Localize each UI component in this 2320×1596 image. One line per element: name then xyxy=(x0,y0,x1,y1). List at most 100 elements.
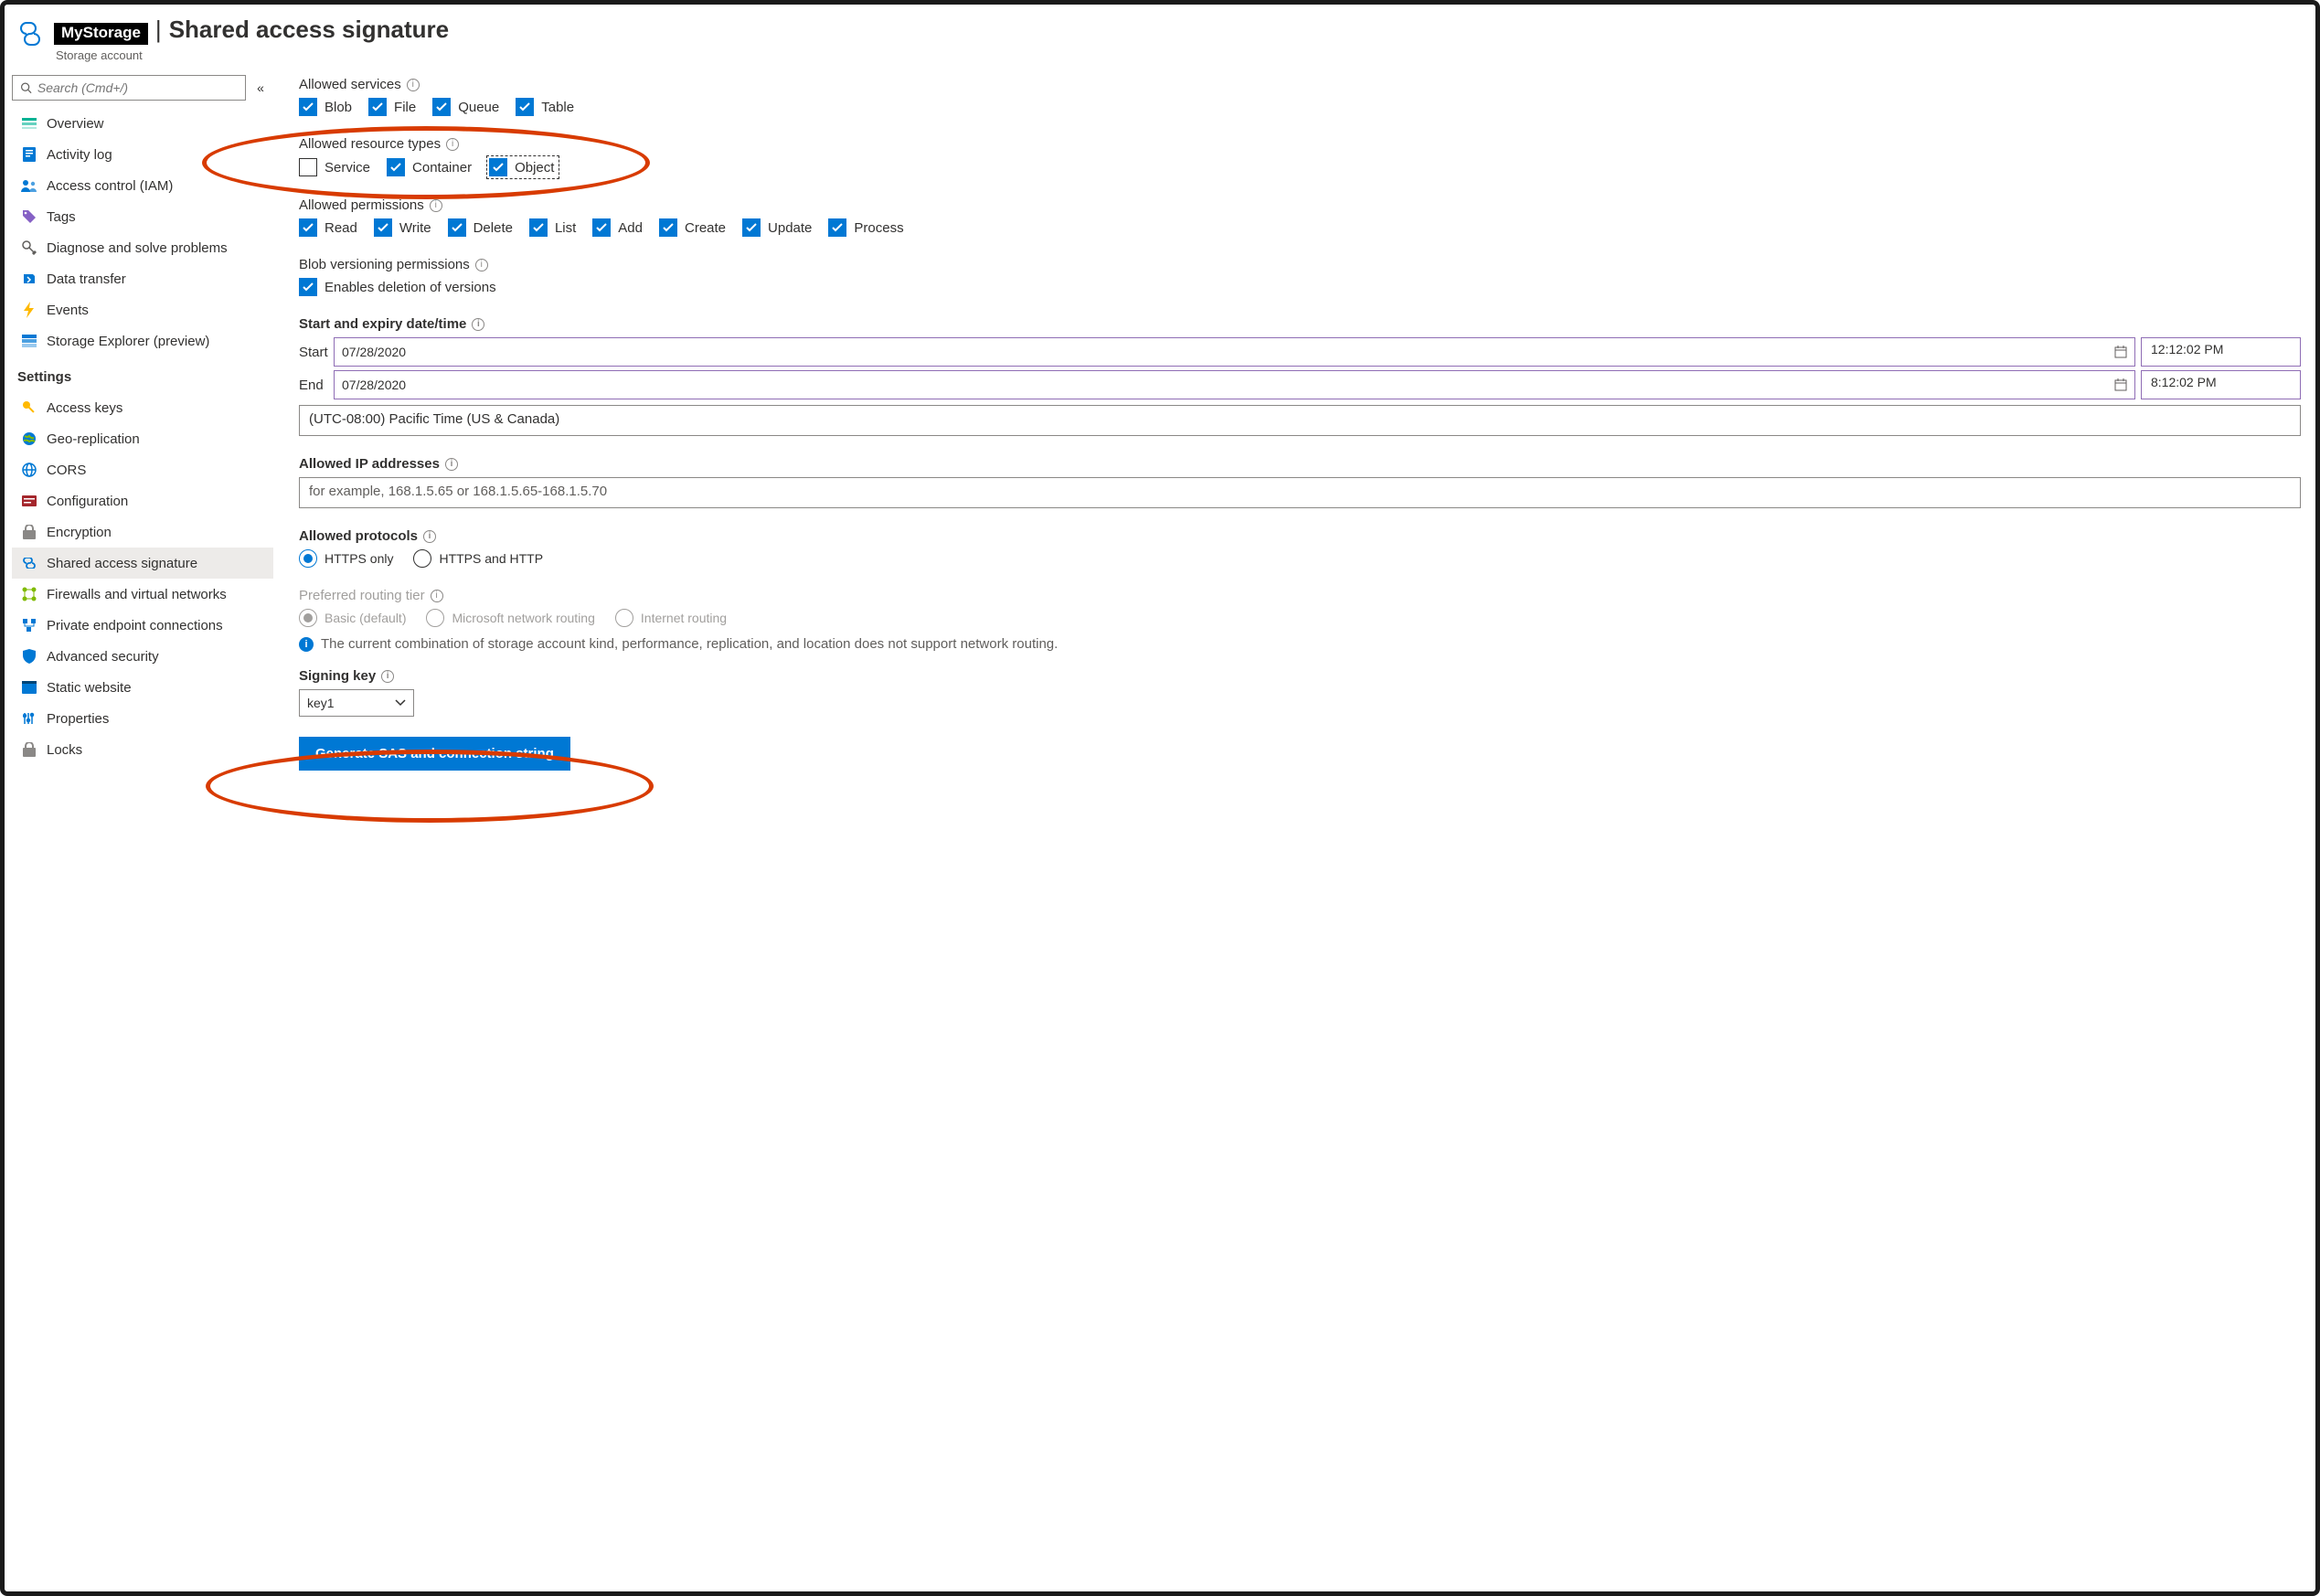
chevron-down-icon xyxy=(395,699,406,707)
sidebar-item-cors[interactable]: CORS xyxy=(12,454,273,485)
calendar-icon xyxy=(2114,378,2127,391)
checkbox-file[interactable]: File xyxy=(368,98,416,116)
checkbox-add[interactable]: Add xyxy=(592,218,643,237)
storage-explorer-icon xyxy=(21,333,37,349)
sidebar-item-diagnose[interactable]: Diagnose and solve problems xyxy=(12,232,273,263)
signing-key-label: Signing key i xyxy=(299,668,2301,684)
properties-icon xyxy=(21,710,37,727)
radio-internet-routing: Internet routing xyxy=(615,609,727,627)
sidebar-item-storage-explorer[interactable]: Storage Explorer (preview) xyxy=(12,325,273,356)
blob-versioning-label: Blob versioning permissions i xyxy=(299,257,2301,272)
sidebar-item-locks[interactable]: Locks xyxy=(12,734,273,765)
search-input[interactable] xyxy=(37,80,238,95)
sidebar-item-label: Overview xyxy=(47,116,104,132)
info-solid-icon: i xyxy=(299,637,314,652)
checkbox-create[interactable]: Create xyxy=(659,218,726,237)
tags-icon xyxy=(21,208,37,225)
info-icon[interactable]: i xyxy=(445,458,458,471)
sidebar-item-firewalls[interactable]: Firewalls and virtual networks xyxy=(12,579,273,610)
radio-https-http[interactable]: HTTPS and HTTP xyxy=(413,549,543,568)
info-icon[interactable]: i xyxy=(423,530,436,543)
start-time-input[interactable]: 12:12:02 PM xyxy=(2141,337,2301,367)
checkbox-blob[interactable]: Blob xyxy=(299,98,352,116)
checkbox-list[interactable]: List xyxy=(529,218,576,237)
calendar-icon xyxy=(2114,346,2127,358)
lock-icon xyxy=(21,741,37,758)
sidebar-item-private-endpoint[interactable]: Private endpoint connections xyxy=(12,610,273,641)
end-label: End xyxy=(299,378,334,393)
separator: | xyxy=(155,16,162,44)
allowed-protocols-label: Allowed protocols i xyxy=(299,528,2301,544)
sidebar-item-label: Static website xyxy=(47,680,132,696)
page-header: MyStorage | Shared access signature xyxy=(8,8,2312,50)
checkbox-table[interactable]: Table xyxy=(516,98,574,116)
link-chain-icon xyxy=(16,19,45,48)
checkbox-delete[interactable]: Delete xyxy=(448,218,513,237)
diagnose-icon xyxy=(21,239,37,256)
checkbox-enable-version-delete[interactable]: Enables deletion of versions xyxy=(299,278,496,296)
sidebar-item-label: Locks xyxy=(47,742,82,758)
search-icon xyxy=(20,81,32,94)
sidebar-item-label: Diagnose and solve problems xyxy=(47,240,228,256)
info-icon[interactable]: i xyxy=(430,199,442,212)
sidebar-item-data-transfer[interactable]: Data transfer xyxy=(12,263,273,294)
checkbox-object[interactable]: Object xyxy=(488,157,558,177)
sidebar-item-label: CORS xyxy=(47,463,86,478)
sidebar-item-access-keys[interactable]: Access keys xyxy=(12,392,273,423)
collapse-sidebar-icon[interactable]: « xyxy=(251,80,270,95)
info-icon[interactable]: i xyxy=(475,259,488,271)
generate-sas-button[interactable]: Generate SAS and connection string xyxy=(299,737,570,771)
sidebar-item-events[interactable]: Events xyxy=(12,294,273,325)
radio-basic-routing: Basic (default) xyxy=(299,609,406,627)
info-icon[interactable]: i xyxy=(472,318,484,331)
search-input-wrapper[interactable] xyxy=(12,75,246,101)
checkbox-write[interactable]: Write xyxy=(374,218,431,237)
activity-log-icon xyxy=(21,146,37,163)
routing-note: i The current combination of storage acc… xyxy=(299,636,2301,652)
allowed-ip-input[interactable]: for example, 168.1.5.65 or 168.1.5.65-16… xyxy=(299,477,2301,508)
info-icon[interactable]: i xyxy=(381,670,394,683)
checkbox-queue[interactable]: Queue xyxy=(432,98,499,116)
sidebar-item-shared-access-signature[interactable]: Shared access signature xyxy=(12,548,273,579)
cors-icon xyxy=(21,462,37,478)
shield-icon xyxy=(21,648,37,665)
sidebar-item-encryption[interactable]: Encryption xyxy=(12,516,273,548)
start-date-input[interactable]: 07/28/2020 xyxy=(334,337,2135,367)
radio-https-only[interactable]: HTTPS only xyxy=(299,549,393,568)
sidebar-item-label: Storage Explorer (preview) xyxy=(47,334,209,349)
sidebar-item-configuration[interactable]: Configuration xyxy=(12,485,273,516)
checkbox-service[interactable]: Service xyxy=(299,158,370,176)
sidebar-item-label: Access control (IAM) xyxy=(47,178,173,194)
sidebar-item-access-control[interactable]: Access control (IAM) xyxy=(12,170,273,201)
page-subtitle: Storage account xyxy=(56,48,2312,62)
sidebar-item-tags[interactable]: Tags xyxy=(12,201,273,232)
page-title: Shared access signature xyxy=(169,16,449,44)
info-icon[interactable]: i xyxy=(431,590,443,602)
sidebar-item-label: Advanced security xyxy=(47,649,159,665)
sidebar-item-static-website[interactable]: Static website xyxy=(12,672,273,703)
info-icon[interactable]: i xyxy=(407,79,420,91)
checkbox-process[interactable]: Process xyxy=(828,218,903,237)
sidebar-item-geo-replication[interactable]: Geo-replication xyxy=(12,423,273,454)
configuration-icon xyxy=(21,493,37,509)
key-icon xyxy=(21,399,37,416)
allowed-ip-label: Allowed IP addresses i xyxy=(299,456,2301,472)
end-time-input[interactable]: 8:12:02 PM xyxy=(2141,370,2301,399)
sidebar: « Overview Activity log Access control (… xyxy=(8,69,275,789)
checkbox-read[interactable]: Read xyxy=(299,218,357,237)
storage-account-name: MyStorage xyxy=(54,23,148,45)
timezone-select[interactable]: (UTC-08:00) Pacific Time (US & Canada) xyxy=(299,405,2301,436)
checkbox-update[interactable]: Update xyxy=(742,218,812,237)
sidebar-item-advanced-security[interactable]: Advanced security xyxy=(12,641,273,672)
sidebar-item-label: Activity log xyxy=(47,147,112,163)
routing-tier-label: Preferred routing tier i xyxy=(299,588,2301,603)
sidebar-item-properties[interactable]: Properties xyxy=(12,703,273,734)
info-icon[interactable]: i xyxy=(446,138,459,151)
checkbox-container[interactable]: Container xyxy=(387,158,472,176)
sidebar-item-activity-log[interactable]: Activity log xyxy=(12,139,273,170)
firewall-icon xyxy=(21,586,37,602)
sidebar-item-overview[interactable]: Overview xyxy=(12,108,273,139)
signing-key-select[interactable]: key1 xyxy=(299,689,414,717)
end-date-input[interactable]: 07/28/2020 xyxy=(334,370,2135,399)
sidebar-item-label: Data transfer xyxy=(47,271,126,287)
